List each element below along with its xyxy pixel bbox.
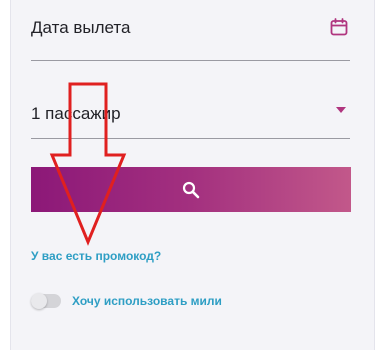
departure-date-field[interactable]: Дата вылета (31, 10, 350, 61)
search-button[interactable] (31, 167, 351, 212)
passengers-value: 1 пассажир (31, 104, 121, 123)
calendar-icon[interactable] (330, 18, 348, 36)
page: Дата вылета 1 пассажир У вас есть промок… (0, 0, 380, 350)
use-miles-label: Хочу использовать мили (72, 294, 222, 308)
chevron-down-icon (336, 107, 346, 113)
use-miles-toggle[interactable] (31, 293, 61, 309)
search-icon (182, 181, 200, 198)
passengers-select[interactable]: 1 пассажир (31, 95, 350, 139)
promo-code-link[interactable]: У вас есть промокод? (31, 249, 161, 263)
departure-date-label: Дата вылета (31, 18, 131, 37)
toggle-knob (31, 293, 47, 309)
